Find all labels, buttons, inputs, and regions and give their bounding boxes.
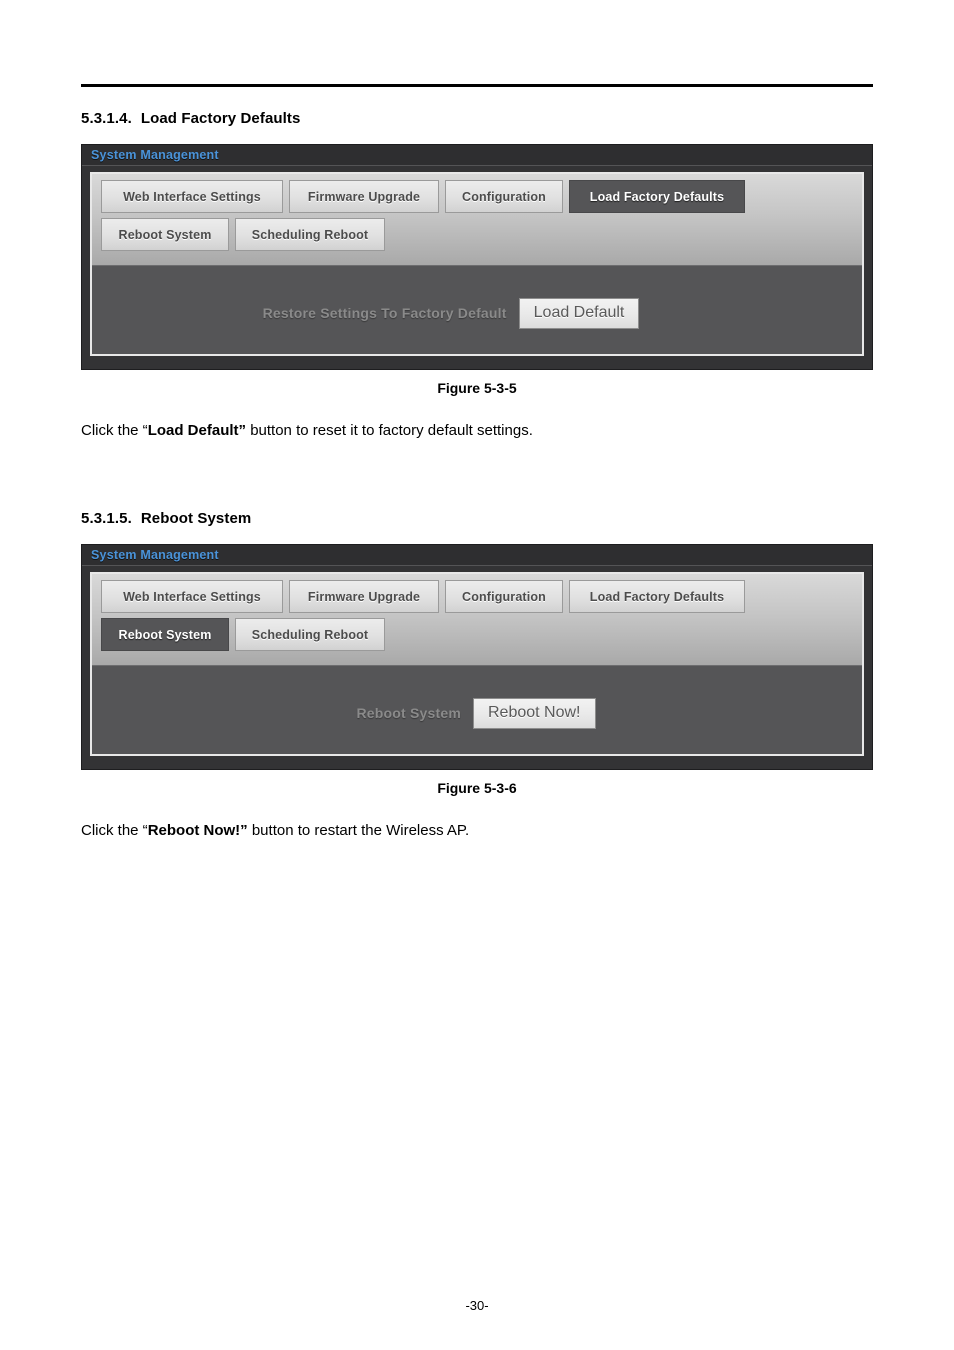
document-page: 5.3.1.4. Load Factory Defaults System Man…	[0, 0, 954, 1350]
tab-strip: Web Interface Settings Firmware Upgrade …	[92, 174, 862, 266]
panel-title-label: System Management	[91, 148, 219, 162]
tab-web-interface-settings[interactable]: Web Interface Settings	[101, 180, 283, 213]
section-heading-reboot-system: 5.3.1.5. Reboot System	[81, 510, 251, 527]
section-heading-load-factory-defaults: 5.3.1.4. Load Factory Defaults	[81, 110, 300, 127]
reboot-now-button[interactable]: Reboot Now!	[473, 697, 596, 729]
tab-row-primary: Web Interface Settings Firmware Upgrade …	[101, 180, 862, 213]
section-title: Reboot System	[140, 510, 252, 527]
tab-load-factory-defaults[interactable]: Load Factory Defaults	[569, 580, 745, 613]
action-row: Restore Settings To Factory Default Load…	[262, 297, 640, 329]
screenshot-panel-reboot-system: System Management Web Interface Settings…	[81, 544, 873, 770]
tab-row-secondary: Reboot System Scheduling Reboot	[101, 218, 862, 251]
action-row: Reboot System Reboot Now!	[356, 697, 596, 729]
tab-configuration[interactable]: Configuration	[445, 180, 563, 213]
tab-scheduling-reboot[interactable]: Scheduling Reboot	[235, 618, 385, 651]
body-prefix: Click the “	[81, 422, 148, 439]
panel-titlebar: System Management	[82, 545, 872, 566]
tab-scheduling-reboot[interactable]: Scheduling Reboot	[235, 218, 385, 251]
tab-firmware-upgrade[interactable]: Firmware Upgrade	[289, 580, 439, 613]
figure-caption-5-3-5: Figure 5-3-5	[437, 380, 517, 396]
body-prefix: Click the “	[81, 822, 148, 839]
load-default-button[interactable]: Load Default	[518, 297, 640, 329]
tab-web-interface-settings[interactable]: Web Interface Settings	[101, 580, 283, 613]
tab-strip: Web Interface Settings Firmware Upgrade …	[92, 574, 862, 666]
tab-reboot-system[interactable]: Reboot System	[101, 618, 229, 651]
body-suffix: button to restart the Wireless AP.	[247, 822, 470, 839]
tab-row-secondary: Reboot System Scheduling Reboot	[101, 618, 862, 651]
body-paragraph-reboot-now: Click the “Reboot Now!” button to restar…	[81, 822, 469, 839]
reboot-system-label: Reboot System	[356, 705, 461, 721]
figure-caption-5-3-6: Figure 5-3-6	[437, 780, 517, 796]
tab-content-area: Restore Settings To Factory Default Load…	[92, 266, 862, 354]
tab-content-area: Reboot System Reboot Now!	[92, 666, 862, 754]
section-number: 5.3.1.5.	[81, 510, 132, 527]
body-suffix: button to reset it to factory default se…	[246, 422, 533, 439]
panel-title-label: System Management	[91, 548, 219, 562]
panel-body: Web Interface Settings Firmware Upgrade …	[90, 572, 864, 756]
tab-row-primary: Web Interface Settings Firmware Upgrade …	[101, 580, 862, 613]
panel-titlebar: System Management	[82, 145, 872, 166]
section-title: Load Factory Defaults	[140, 110, 301, 127]
panel-body: Web Interface Settings Firmware Upgrade …	[90, 172, 864, 356]
tab-configuration[interactable]: Configuration	[445, 580, 563, 613]
screenshot-panel-load-factory-defaults: System Management Web Interface Settings…	[81, 144, 873, 370]
tab-load-factory-defaults[interactable]: Load Factory Defaults	[569, 180, 745, 213]
body-bold-term: Reboot Now!”	[147, 822, 248, 839]
restore-settings-label: Restore Settings To Factory Default	[262, 305, 507, 321]
body-paragraph-load-default: Click the “Load Default” button to reset…	[81, 422, 533, 439]
body-bold-term: Load Default”	[147, 422, 247, 439]
header-rule	[81, 84, 873, 87]
section-number: 5.3.1.4.	[81, 110, 132, 127]
page-number-footer: -30-	[465, 1298, 489, 1313]
tab-firmware-upgrade[interactable]: Firmware Upgrade	[289, 180, 439, 213]
tab-reboot-system[interactable]: Reboot System	[101, 218, 229, 251]
